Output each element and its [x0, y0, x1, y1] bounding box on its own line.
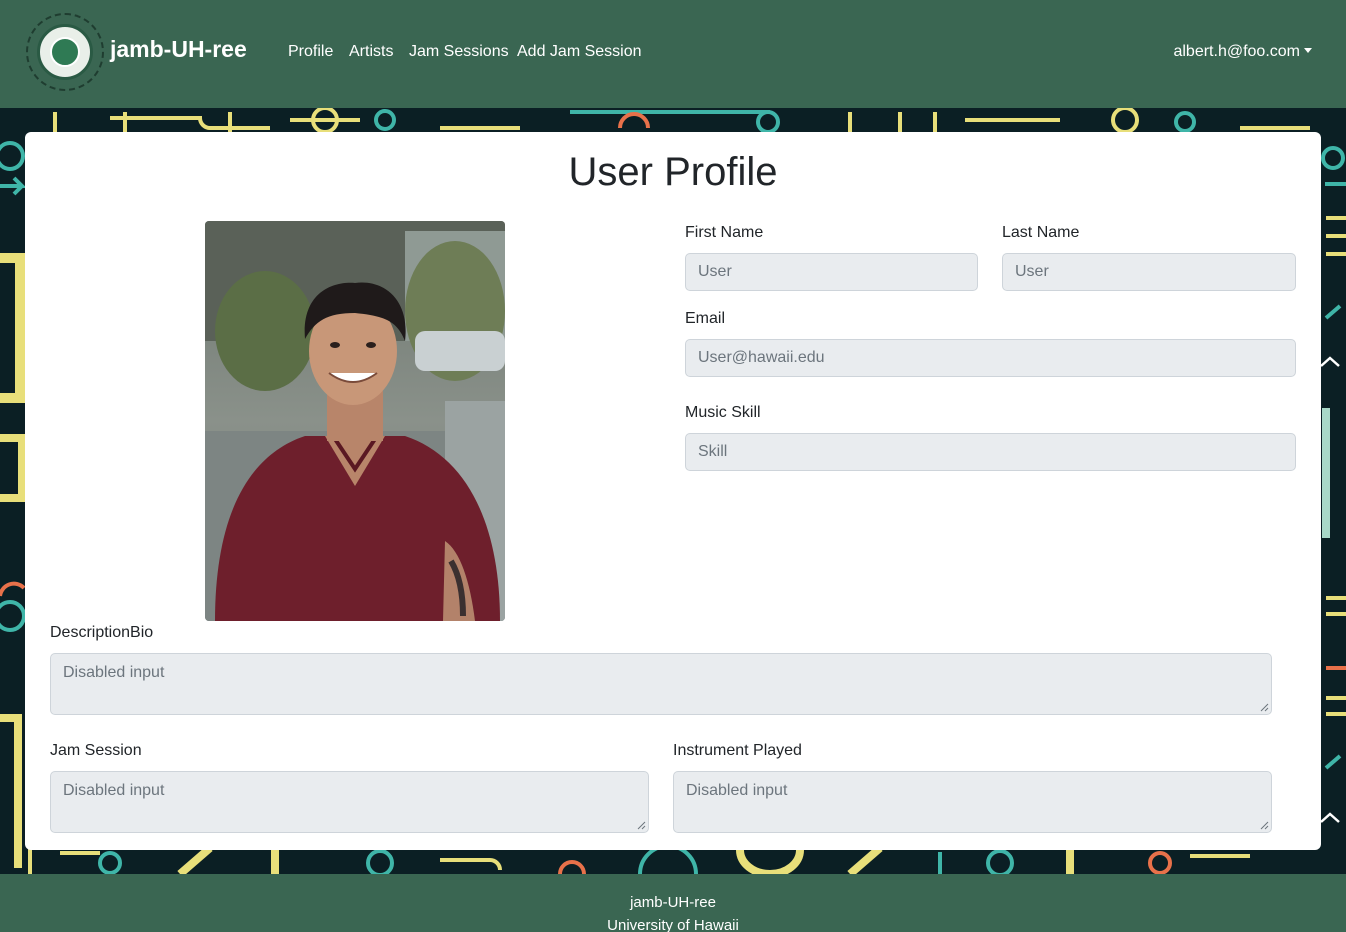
resize-handle-icon[interactable]	[637, 821, 646, 830]
university-seal-logo[interactable]	[26, 13, 104, 91]
nav-link-jam-sessions[interactable]: Jam Sessions	[409, 43, 509, 61]
resize-handle-icon[interactable]	[1260, 703, 1269, 712]
description-bio-placeholder: Disabled input	[63, 664, 165, 681]
description-bio-label: DescriptionBio	[50, 624, 154, 641]
footer: jamb-UH-ree University of Hawaii	[0, 874, 1346, 932]
jam-session-placeholder: Disabled input	[63, 782, 165, 799]
first-name-label: First Name	[685, 224, 764, 241]
instrument-played-label: Instrument Played	[673, 742, 802, 759]
email-field[interactable]: User@hawaii.edu	[685, 339, 1296, 377]
nav-link-profile[interactable]: Profile	[288, 43, 333, 61]
first-name-field[interactable]: User	[685, 253, 978, 291]
brand-name[interactable]: jamb-UH-ree	[110, 36, 247, 63]
user-email: albert.h@foo.com	[1173, 43, 1300, 60]
last-name-label: Last Name	[1002, 224, 1080, 241]
profile-card: User Profile First Name User Last Name U…	[25, 132, 1321, 850]
music-skill-label: Music Skill	[685, 404, 761, 421]
instrument-played-textarea[interactable]: Disabled input	[673, 771, 1272, 833]
description-bio-textarea[interactable]: Disabled input	[50, 653, 1272, 715]
jam-session-label: Jam Session	[50, 742, 142, 759]
footer-university: University of Hawaii	[607, 917, 739, 932]
chevron-down-icon	[1304, 48, 1312, 53]
profile-photo	[205, 221, 505, 621]
nav-link-add-jam-session[interactable]: Add Jam Session	[517, 43, 642, 61]
music-skill-field[interactable]: Skill	[685, 433, 1296, 471]
jam-session-textarea[interactable]: Disabled input	[50, 771, 649, 833]
user-dropdown[interactable]: albert.h@foo.com	[1173, 43, 1312, 61]
last-name-field[interactable]: User	[1002, 253, 1296, 291]
page-title: User Profile	[568, 150, 778, 194]
resize-handle-icon[interactable]	[1260, 821, 1269, 830]
footer-brand: jamb-UH-ree	[630, 894, 716, 911]
navbar: jamb-UH-ree Profile Artists Jam Sessions…	[0, 0, 1346, 108]
email-label: Email	[685, 310, 726, 327]
nav-link-artists[interactable]: Artists	[349, 43, 393, 61]
instrument-played-placeholder: Disabled input	[686, 782, 788, 799]
